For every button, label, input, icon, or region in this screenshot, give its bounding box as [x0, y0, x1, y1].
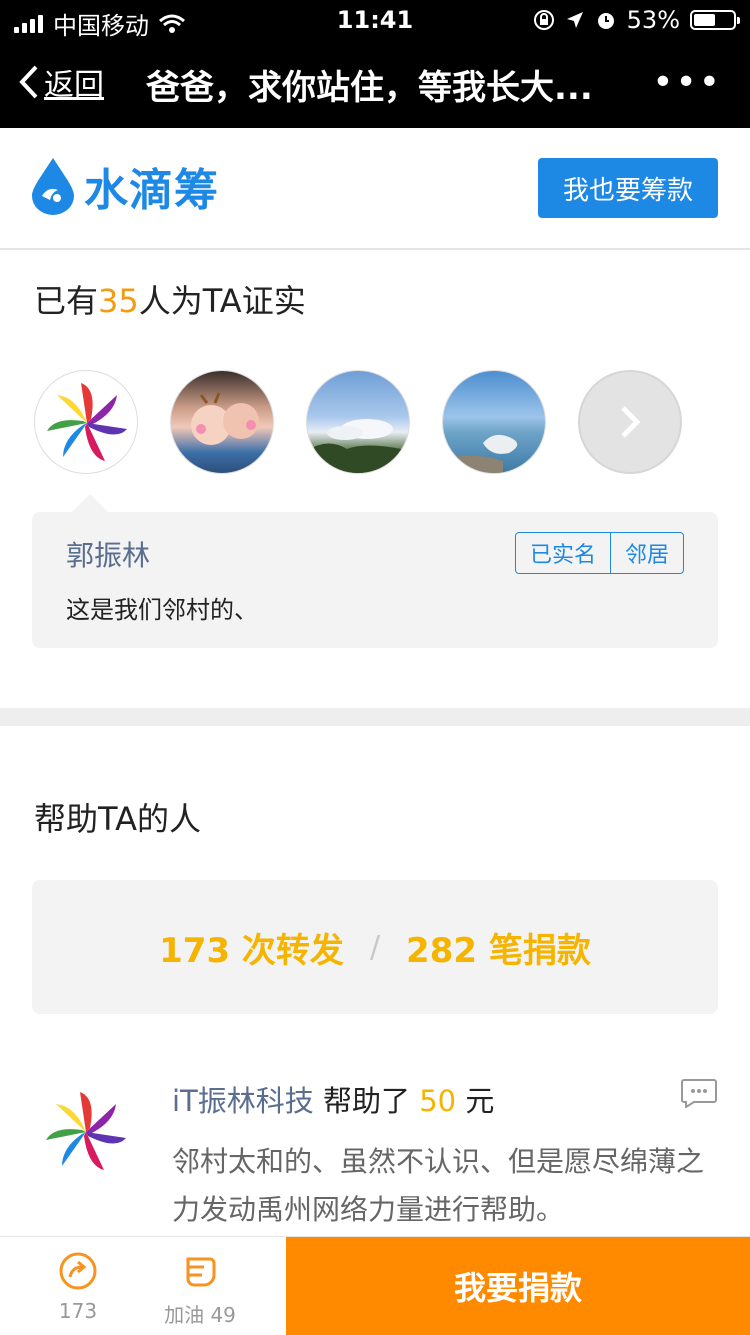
alarm-icon	[597, 13, 614, 29]
more-verifiers-button[interactable]	[578, 370, 682, 474]
start-fundraising-button[interactable]: 我也要筹款	[538, 158, 718, 218]
brand-bar: 水滴筹 我也要筹款	[0, 128, 750, 250]
verified-tag: 已实名	[529, 543, 596, 568]
comment-icon[interactable]	[680, 1078, 718, 1112]
children-photo	[191, 392, 259, 445]
chevron-right-icon	[621, 406, 641, 438]
donate-button[interactable]: 我要捐款	[286, 1237, 750, 1335]
fist-cheer-icon	[186, 1257, 216, 1287]
battery-icon	[690, 10, 740, 30]
verification-title: 已有35人为TA证实	[34, 282, 306, 320]
help-stats: 173 次转发 / 282 笔捐款	[32, 880, 718, 1014]
page-title: 爸爸，求你站住，等我长大...	[146, 68, 593, 108]
back-label[interactable]: 返回	[44, 60, 104, 104]
donor-amount: 50	[419, 1084, 457, 1118]
water-drop-icon	[32, 158, 74, 215]
relation-tag: 邻居	[609, 533, 683, 573]
avatar[interactable]	[170, 370, 274, 474]
sea-photo	[443, 434, 518, 473]
cheer-label: 加油 49	[164, 1303, 236, 1327]
donor-unit: 元	[465, 1084, 495, 1118]
donor-entry: iT振林科技 帮助了 50 元 邻村太和的、虽然不认识、但是愿尽绵薄之力发动禹州…	[0, 1060, 750, 1240]
status-bar: 中国移动 11:41 53%	[0, 0, 750, 40]
section-divider	[0, 708, 750, 726]
helpers-title: 帮助TA的人	[34, 800, 201, 838]
sky-photo	[307, 419, 409, 473]
more-menu-button[interactable]: •••	[652, 65, 722, 101]
stats-separator: /	[369, 929, 381, 965]
donor-summary: iT振林科技 帮助了 50 元	[172, 1078, 494, 1120]
donor-name[interactable]: iT振林科技	[172, 1084, 314, 1118]
rotation-lock-icon	[533, 10, 554, 30]
share-count: 173 次转发	[159, 930, 344, 971]
comment-text: 这是我们邻村的、	[66, 596, 258, 624]
donor-message: 邻村太和的、虽然不认识、但是愿尽绵薄之力发动禹州网络力量进行帮助。	[172, 1145, 705, 1226]
donation-count: 282 笔捐款	[406, 930, 591, 971]
pinwheel-logo-icon	[47, 383, 127, 461]
commenter-tags: 已实名 邻居	[514, 532, 684, 574]
location-icon	[566, 12, 583, 28]
bottom-action-bar: 173 加油 49 我要捐款	[0, 1236, 750, 1335]
battery-percent: 53%	[626, 6, 680, 34]
share-button[interactable]: 173	[18, 1237, 138, 1335]
avatar[interactable]	[34, 370, 138, 474]
chevron-left-icon	[19, 65, 38, 99]
commenter-name[interactable]: 郭振林	[66, 534, 150, 574]
verifier-avatars	[34, 370, 682, 474]
brand-logo: 水滴筹	[30, 154, 219, 218]
avatar[interactable]	[306, 370, 410, 474]
share-icon	[59, 1252, 97, 1290]
donor-action: 帮助了	[323, 1084, 411, 1118]
nav-bar: 返回 爸爸，求你站住，等我长大... •••	[0, 40, 750, 128]
pinwheel-logo-icon	[46, 1092, 126, 1170]
avatar[interactable]	[442, 370, 546, 474]
donor-avatar[interactable]	[34, 1080, 138, 1184]
cheer-button[interactable]: 加油 49	[140, 1237, 260, 1335]
verification-comment: 郭振林 已实名 邻居 这是我们邻村的、	[32, 494, 718, 648]
verifier-count: 35	[98, 282, 139, 320]
brand-name: 水滴筹	[84, 165, 219, 216]
back-button[interactable]: 返回	[18, 60, 104, 104]
share-count-label: 173	[58, 1299, 98, 1323]
